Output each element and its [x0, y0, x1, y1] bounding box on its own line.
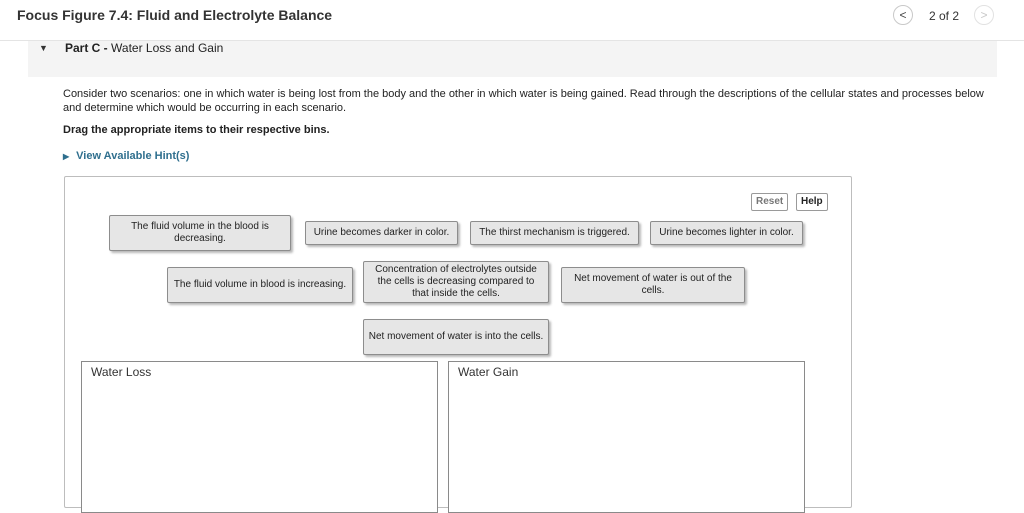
drag-item[interactable]: Urine becomes lighter in color.: [650, 221, 803, 245]
drag-item[interactable]: Concentration of electrolytes outside th…: [363, 261, 549, 303]
drag-item[interactable]: The fluid volume in blood is increasing.: [167, 267, 353, 303]
part-header[interactable]: ▼ Part C - Water Loss and Gain: [28, 41, 997, 77]
bin-label: Water Loss: [91, 365, 152, 379]
reset-button[interactable]: Reset: [751, 193, 789, 211]
bin-label: Water Gain: [458, 365, 519, 379]
part-title: Part C - Water Loss and Gain: [65, 41, 223, 55]
water-gain-bin[interactable]: Water Gain: [448, 361, 805, 513]
page-title: Focus Figure 7.4: Fluid and Electrolyte …: [17, 7, 333, 23]
drag-item[interactable]: The thirst mechanism is triggered.: [470, 221, 639, 245]
page-count: 2 of 2: [929, 9, 960, 23]
chevron-right-icon[interactable]: >: [974, 5, 994, 25]
chevron-left-icon[interactable]: <: [893, 5, 913, 25]
part-label: Part C -: [65, 41, 108, 55]
drag-item[interactable]: Urine becomes darker in color.: [305, 221, 458, 245]
water-loss-bin[interactable]: Water Loss: [81, 361, 438, 513]
question-text: Consider two scenarios: one in which wat…: [63, 88, 984, 114]
drag-item[interactable]: Net movement of water is out of the cell…: [561, 267, 745, 303]
drag-drop-area: Reset Help The fluid volume in the blood…: [64, 176, 852, 513]
drag-item[interactable]: The fluid volume in the blood is decreas…: [109, 215, 291, 251]
hints-label: View Available Hint(s): [76, 150, 190, 162]
collapse-caret-icon[interactable]: ▼: [39, 43, 48, 53]
part-name: Water Loss and Gain: [111, 41, 224, 55]
instruction-text: Drag the appropriate items to their resp…: [63, 124, 330, 136]
top-bar: Focus Figure 7.4: Fluid and Electrolyte …: [0, 0, 1024, 41]
help-button[interactable]: Help: [796, 193, 828, 211]
expand-triangle-icon: ▶: [63, 152, 70, 161]
view-hints-link[interactable]: ▶ View Available Hint(s): [63, 150, 189, 162]
drag-item[interactable]: Net movement of water is into the cells.: [363, 319, 549, 355]
